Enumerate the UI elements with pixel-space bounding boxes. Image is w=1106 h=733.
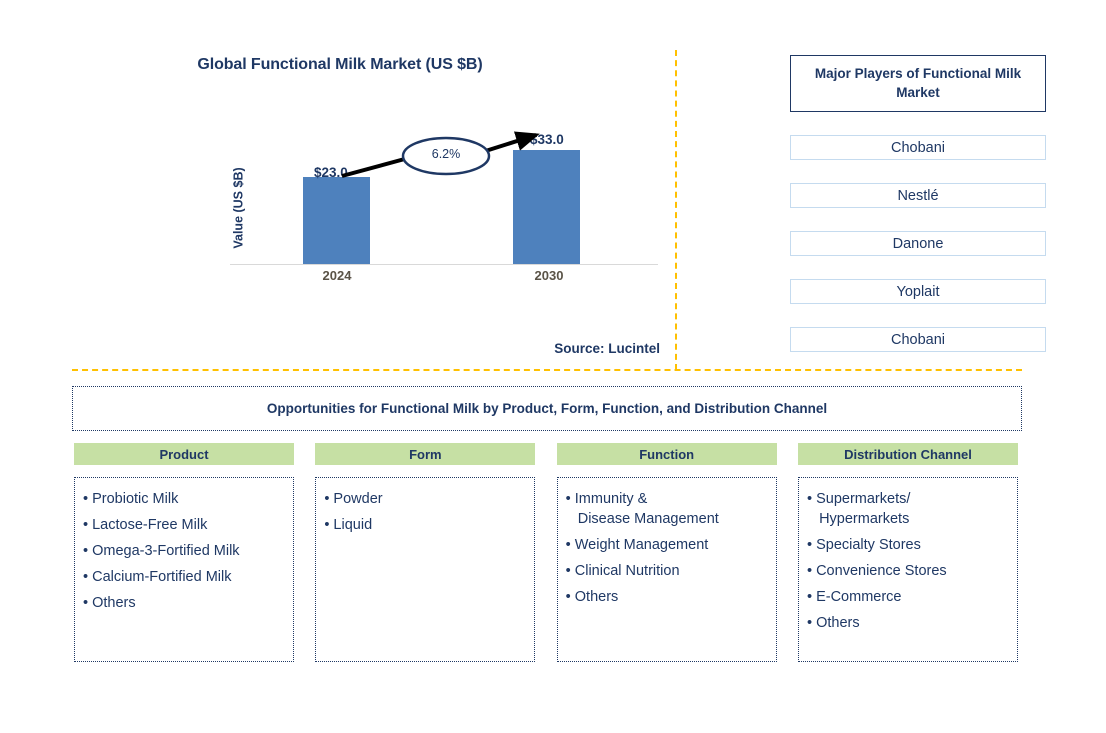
player-row: Nestlé <box>790 183 1046 208</box>
player-row: Danone <box>790 231 1046 256</box>
player-name: Danone <box>892 235 944 252</box>
column-body: • Supermarkets/ Hypermarkets • Specialty… <box>797 477 1018 662</box>
list-item: • Others <box>565 589 619 605</box>
opportunity-column-form: Form • Powder • Liquid <box>315 443 536 662</box>
player-name: Nestlé <box>897 187 939 204</box>
top-section: Global Functional Milk Market (US $B) Va… <box>0 0 1106 370</box>
cagr-value-label: 6.2% <box>431 147 461 161</box>
opportunity-column-function: Function • Immunity & Disease Management… <box>556 443 777 662</box>
list-item: • Weight Management <box>565 537 709 553</box>
player-row: Yoplait <box>790 279 1046 304</box>
column-body: • Immunity & Disease Management • Weight… <box>556 477 777 662</box>
opportunity-column-distribution-channel: Distribution Channel • Supermarkets/ Hyp… <box>797 443 1018 662</box>
list-item: • Omega-3-Fortified Milk <box>83 543 240 559</box>
column-body: • Probiotic Milk • Lactose-Free Milk • O… <box>74 477 294 662</box>
vertical-divider <box>675 50 677 370</box>
list-item: • Immunity & Disease Management <box>565 491 719 527</box>
source-label: Source: Lucintel <box>554 341 660 356</box>
column-header: Form <box>315 443 536 465</box>
x-axis-line <box>230 264 658 265</box>
list-item: • Supermarkets/ Hypermarkets <box>806 491 911 527</box>
list-item: • Liquid <box>324 517 373 533</box>
column-header: Distribution Channel <box>797 443 1018 465</box>
player-name: Chobani <box>890 139 945 156</box>
opportunities-columns: Product • Probiotic Milk • Lactose-Free … <box>74 443 1018 662</box>
list-item: • Lactose-Free Milk <box>83 517 208 533</box>
chart-title: Global Functional Milk Market (US $B) <box>197 56 483 73</box>
player-row: Chobani <box>790 327 1046 352</box>
opportunities-banner: Opportunities for Functional Milk by Pro… <box>72 386 1022 431</box>
major-players-header: Major Players of Functional Milk Market <box>790 55 1046 112</box>
market-chart-panel: Global Functional Milk Market (US $B) Va… <box>0 0 675 368</box>
column-header: Function <box>556 443 777 465</box>
list-item: • Others <box>806 615 860 631</box>
list-item: • Probiotic Milk <box>83 491 179 507</box>
list-item: • Convenience Stores <box>806 563 947 579</box>
list-item: • Clinical Nutrition <box>565 563 680 579</box>
major-players-panel: Major Players of Functional Milk Market … <box>790 55 1046 352</box>
column-body: • Powder • Liquid <box>315 477 536 662</box>
opportunity-column-product: Product • Probiotic Milk • Lactose-Free … <box>74 443 294 662</box>
player-row: Chobani <box>790 135 1046 160</box>
bar-2024 <box>303 177 370 265</box>
opportunities-section: Opportunities for Functional Milk by Pro… <box>0 368 1106 733</box>
column-header: Product <box>74 443 294 465</box>
x-axis-tick-2024: 2024 <box>322 268 352 283</box>
player-name: Chobani <box>890 331 945 348</box>
list-item: • E-Commerce <box>806 589 902 605</box>
list-item: • Calcium-Fortified Milk <box>83 569 232 585</box>
list-item: • Specialty Stores <box>806 537 921 553</box>
x-axis-tick-2030: 2030 <box>534 268 564 283</box>
list-item: • Powder <box>324 491 383 507</box>
player-name: Yoplait <box>896 283 940 300</box>
list-item: • Others <box>83 595 136 611</box>
